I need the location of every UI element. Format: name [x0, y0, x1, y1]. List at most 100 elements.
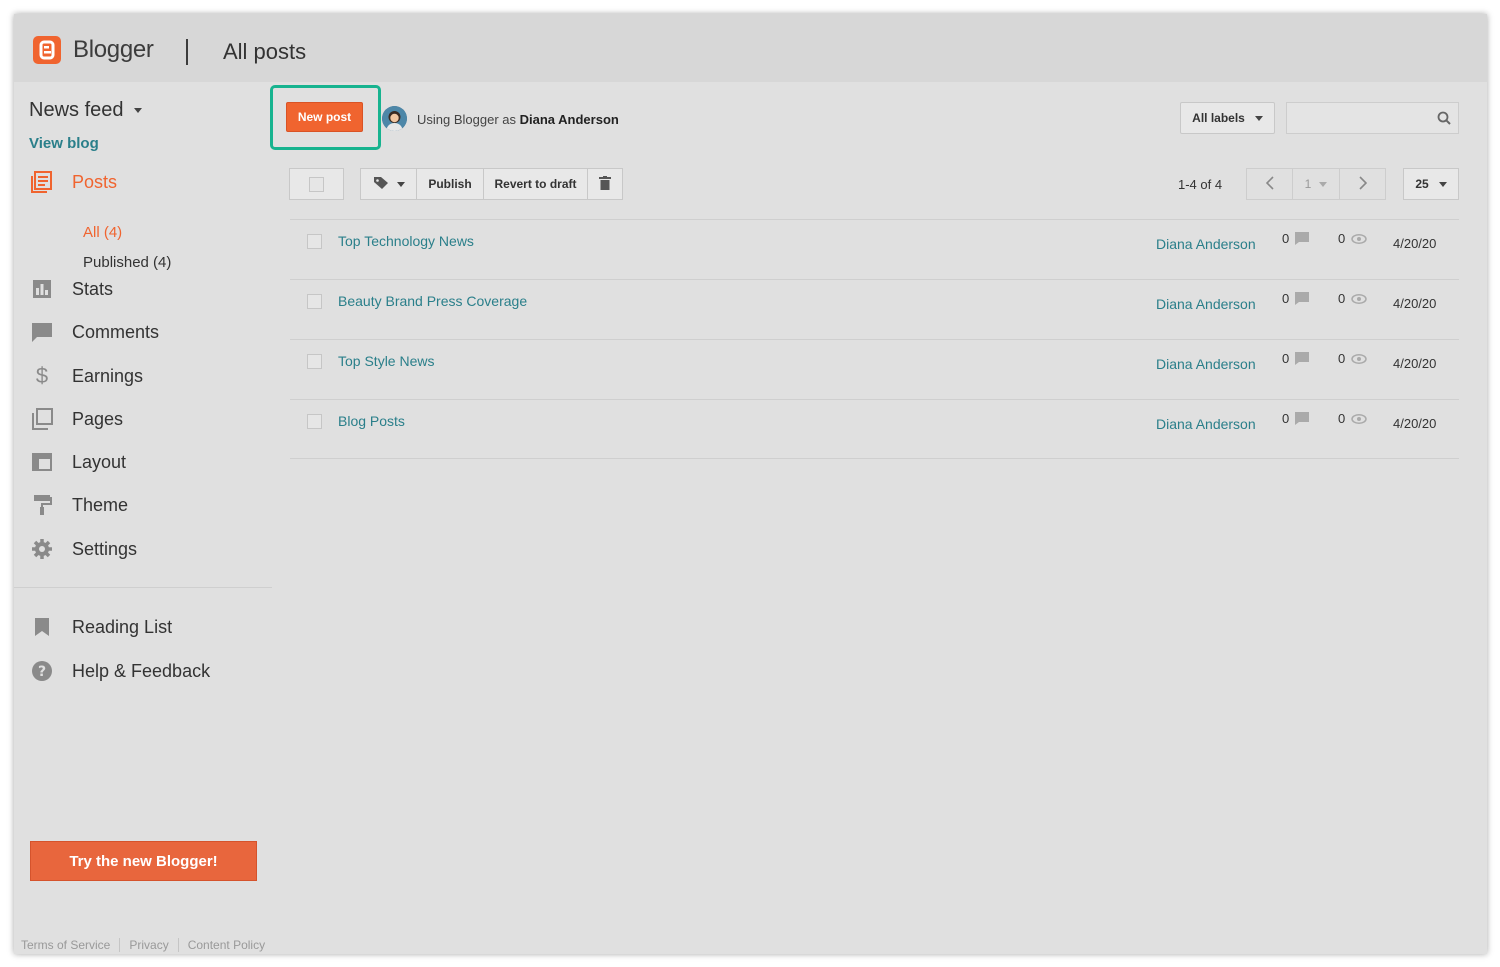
view-count: 0 — [1338, 231, 1367, 246]
row-checkbox[interactable] — [307, 414, 322, 429]
sidebar-item-label: Posts — [72, 171, 118, 192]
view-count: 0 — [1338, 291, 1367, 306]
search-box — [1286, 102, 1459, 134]
delete-button[interactable] — [587, 168, 623, 200]
post-author-link[interactable]: Diana Anderson — [1156, 236, 1256, 252]
sidebar-item-comments[interactable]: Comments — [30, 320, 159, 344]
chevron-down-icon — [1254, 115, 1263, 121]
footer-links: Terms of Service Privacy Content Policy — [21, 938, 265, 952]
post-date: 4/20/20 — [1393, 356, 1437, 371]
sidebar-item-pages[interactable]: Pages — [30, 407, 123, 431]
blog-name: News feed — [29, 99, 124, 121]
post-author-link[interactable]: Diana Anderson — [1156, 416, 1256, 432]
sidebar-item-help[interactable]: ? Help & Feedback — [30, 659, 210, 683]
view-blog-link[interactable]: View blog — [29, 135, 99, 152]
view-count: 0 — [1338, 351, 1367, 366]
chevron-down-icon — [396, 181, 405, 187]
view-count-value: 0 — [1338, 231, 1346, 246]
stats-icon — [30, 277, 54, 301]
content-policy-link[interactable]: Content Policy — [188, 938, 265, 952]
row-checkbox[interactable] — [307, 294, 322, 309]
select-all-checkbox-button[interactable] — [289, 168, 344, 200]
new-post-button[interactable]: New post — [286, 102, 363, 132]
sidebar-item-reading-list[interactable]: Reading List — [30, 615, 172, 639]
sidebar-item-label: Stats — [72, 278, 114, 299]
comment-count: 0 — [1282, 231, 1310, 246]
search-icon[interactable] — [1437, 111, 1451, 130]
tag-icon — [373, 176, 389, 193]
row-checkbox[interactable] — [307, 234, 322, 249]
sidebar-divider — [14, 587, 272, 588]
sidebar-item-label: Theme — [72, 494, 129, 515]
sidebar-item-stats[interactable]: Stats — [30, 277, 113, 301]
footer-divider — [177, 938, 179, 952]
sidebar-item-settings[interactable]: Settings — [30, 537, 137, 561]
per-page-select[interactable]: 25 — [1403, 168, 1459, 200]
table-row: Beauty Brand Press Coverage Diana Anders… — [290, 279, 1459, 339]
post-title-link[interactable]: Top Technology News — [338, 233, 474, 249]
blogger-logo-icon[interactable] — [33, 36, 61, 64]
page-select[interactable]: 1 — [1292, 168, 1340, 200]
sidebar-item-posts[interactable]: Posts — [30, 170, 117, 194]
prev-page-button[interactable] — [1246, 168, 1293, 200]
sidebar-item-label: Help & Feedback — [72, 660, 211, 681]
publish-button[interactable]: Publish — [416, 168, 484, 200]
comment-count: 0 — [1282, 411, 1310, 426]
post-author-link[interactable]: Diana Anderson — [1156, 296, 1256, 312]
pages-icon — [30, 407, 54, 431]
comment-count-value: 0 — [1282, 351, 1290, 366]
comment-icon — [1295, 352, 1310, 365]
view-count-value: 0 — [1338, 291, 1346, 306]
view-count: 0 — [1338, 411, 1367, 426]
posts-filter-published[interactable]: Published (4) — [83, 254, 171, 271]
post-title-link[interactable]: Beauty Brand Press Coverage — [338, 293, 527, 309]
chevron-right-icon — [1358, 175, 1367, 193]
privacy-link[interactable]: Privacy — [129, 938, 168, 952]
user-name: Diana Anderson — [519, 112, 619, 127]
paint-roller-icon — [30, 493, 54, 517]
sidebar-item-label: Reading List — [72, 616, 173, 637]
post-author-link[interactable]: Diana Anderson — [1156, 356, 1256, 372]
layout-icon — [30, 450, 54, 474]
chevron-left-icon — [1265, 175, 1274, 193]
posts-filter-all[interactable]: All (4) — [83, 224, 122, 241]
post-title-link[interactable]: Blog Posts — [338, 413, 405, 429]
brand-name[interactable]: Blogger — [73, 36, 154, 64]
per-page-value: 25 — [1415, 177, 1429, 191]
comment-icon — [1295, 292, 1310, 305]
posts-icon — [30, 170, 54, 194]
page-number: 1 — [1304, 177, 1312, 191]
eye-icon — [1351, 413, 1367, 424]
label-menu-button[interactable] — [360, 168, 417, 200]
try-new-blogger-button[interactable]: Try the new Blogger! — [30, 841, 257, 881]
chevron-down-icon — [1319, 181, 1328, 187]
row-checkbox[interactable] — [307, 354, 322, 369]
select-all-checkbox[interactable] — [309, 176, 324, 192]
sidebar-item-earnings[interactable]: $ Earnings — [30, 363, 143, 388]
signed-in-as: Using Blogger as Diana Anderson — [417, 112, 619, 127]
sidebar-item-layout[interactable]: Layout — [30, 450, 126, 474]
sidebar: News feed View blog Posts All (4) Publis… — [14, 82, 272, 954]
comment-count: 0 — [1282, 351, 1310, 366]
avatar[interactable] — [382, 106, 407, 131]
footer-divider — [119, 938, 121, 952]
svg-text:?: ? — [38, 664, 46, 680]
trash-icon — [599, 175, 611, 193]
sidebar-item-theme[interactable]: Theme — [30, 493, 128, 517]
search-input[interactable] — [1287, 103, 1427, 133]
post-date: 4/20/20 — [1393, 236, 1437, 251]
comment-count-value: 0 — [1282, 291, 1290, 306]
post-date: 4/20/20 — [1393, 416, 1437, 431]
post-title-link[interactable]: Top Style News — [338, 353, 434, 369]
revert-to-draft-button[interactable]: Revert to draft — [483, 168, 588, 200]
comments-icon — [30, 320, 54, 344]
post-date: 4/20/20 — [1393, 296, 1437, 311]
labels-filter-dropdown[interactable]: All labels — [1180, 102, 1275, 134]
page-title: All posts — [223, 39, 307, 64]
help-icon: ? — [30, 659, 54, 683]
blog-selector[interactable]: News feed — [29, 99, 142, 122]
sidebar-item-label: Layout — [72, 451, 127, 472]
sidebar-item-label: Settings — [72, 538, 138, 559]
next-page-button[interactable] — [1339, 168, 1386, 200]
terms-link[interactable]: Terms of Service — [21, 938, 110, 952]
